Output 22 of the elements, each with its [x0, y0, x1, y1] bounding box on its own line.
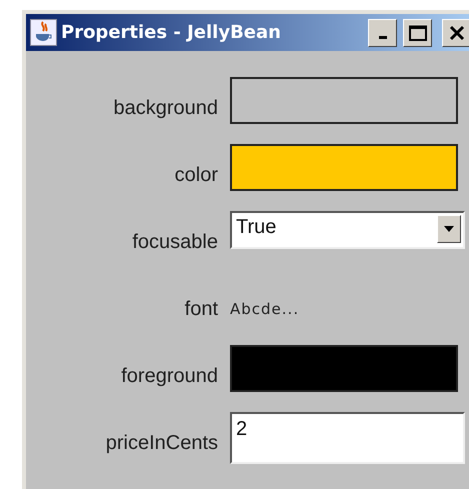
minimize-button[interactable]	[368, 18, 397, 46]
coffee-cup-icon	[30, 19, 57, 46]
caret-icon	[444, 226, 454, 232]
window-title: Properties - JellyBean	[61, 22, 282, 43]
close-icon	[448, 24, 464, 40]
dropdown-button[interactable]	[437, 215, 461, 243]
close-button[interactable]	[442, 18, 469, 46]
property-label: font	[184, 298, 218, 322]
property-label: foreground	[121, 365, 218, 389]
property-label: priceInCents	[106, 432, 218, 456]
property-label: background	[113, 97, 218, 121]
color-swatch[interactable]	[230, 77, 458, 124]
minimize-icon	[378, 36, 386, 38]
maximize-button[interactable]	[403, 18, 432, 46]
maximize-icon	[408, 24, 426, 40]
color-swatch[interactable]	[230, 144, 458, 191]
color-swatch[interactable]	[230, 345, 458, 392]
property-label: color	[174, 164, 218, 188]
font-preview: Abcde...	[230, 300, 300, 318]
text-field[interactable]: 2	[230, 412, 465, 464]
property-label: focusable	[132, 231, 218, 255]
dropdown[interactable]: True	[230, 211, 465, 249]
